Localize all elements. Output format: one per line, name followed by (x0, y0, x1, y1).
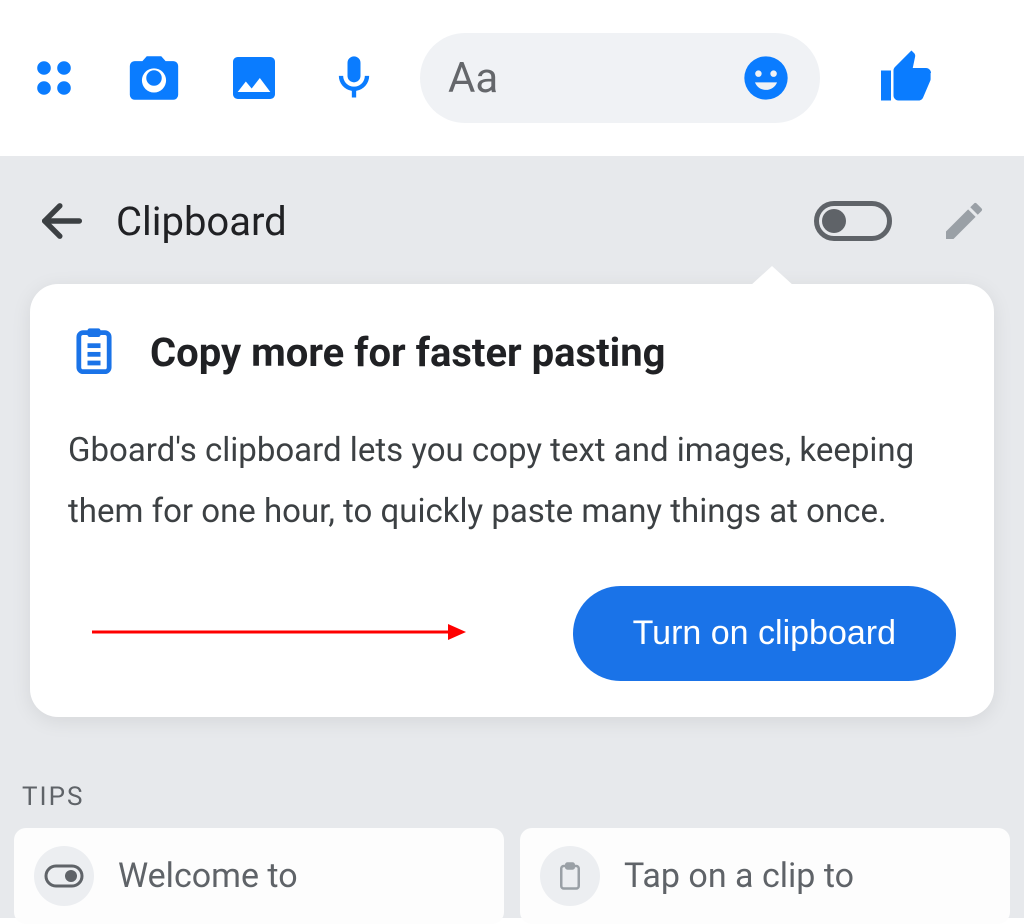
clipboard-header: Clipboard (0, 176, 1024, 266)
annotation-arrow (68, 620, 573, 648)
tip-card[interactable]: Tap on a clip to (520, 828, 1010, 924)
chat-input-bar: Aa (0, 0, 1024, 156)
thumbs-up-icon[interactable] (872, 44, 940, 112)
popup-footer: Turn on clipboard (68, 586, 956, 681)
clipboard-toggle[interactable] (814, 201, 892, 241)
edit-pencil-icon[interactable] (940, 197, 988, 245)
tips-section-label: TIPS (22, 782, 84, 812)
popup-title: Copy more for faster pasting (150, 329, 666, 376)
popup-description: Gboard's clipboard lets you copy text an… (68, 420, 956, 542)
clipboard-icon (68, 324, 120, 380)
keyboard-panel: Clipboard Copy more for faster pasting G… (0, 156, 1024, 918)
message-placeholder: Aa (448, 54, 740, 103)
emoji-icon[interactable] (740, 52, 792, 104)
clipboard-tip-icon (540, 846, 600, 906)
clipboard-title: Clipboard (116, 198, 814, 245)
popup-header: Copy more for faster pasting (68, 324, 956, 380)
tip-text: Tap on a clip to (624, 856, 854, 896)
image-icon[interactable] (220, 44, 288, 112)
back-arrow-icon[interactable] (36, 195, 88, 247)
microphone-icon[interactable] (320, 44, 388, 112)
toggle-tip-icon (34, 846, 94, 906)
apps-icon[interactable] (20, 44, 88, 112)
clipboard-onboarding-popup: Copy more for faster pasting Gboard's cl… (30, 284, 994, 717)
toggle-knob (822, 209, 846, 233)
turn-on-clipboard-button[interactable]: Turn on clipboard (573, 586, 956, 681)
tips-row: Welcome to Tap on a clip to (14, 828, 1010, 924)
message-input[interactable]: Aa (420, 33, 820, 123)
camera-icon[interactable] (120, 44, 188, 112)
tip-card[interactable]: Welcome to (14, 828, 504, 924)
popup-pointer (750, 266, 794, 286)
tip-text: Welcome to (118, 856, 298, 896)
